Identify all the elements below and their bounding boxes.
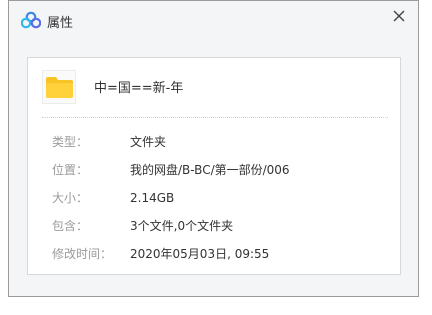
property-label: 位置： xyxy=(52,163,89,177)
property-row-contains: 包含： 3个文件,0个文件夹 xyxy=(28,217,400,235)
properties-dialog: 属性 中=国==新-年 类型： 文件夹 位置： 我的网盘/B-BC/第一部份/0… xyxy=(8,0,419,297)
property-value: 3个文件,0个文件夹 xyxy=(130,219,234,233)
property-row-location: 位置： 我的网盘/B-BC/第一部份/006 xyxy=(28,161,400,179)
property-value: 2020年05月03日, 09:55 xyxy=(130,247,270,261)
property-row-size: 大小： 2.14GB xyxy=(28,189,400,207)
property-label: 类型： xyxy=(52,135,89,149)
property-value: 文件夹 xyxy=(130,135,167,149)
property-label: 修改时间： xyxy=(52,247,113,261)
property-label: 大小： xyxy=(52,191,89,205)
folder-icon xyxy=(46,77,73,98)
dialog-title: 属性 xyxy=(47,16,74,31)
baidu-netdisk-cloud-icon xyxy=(21,11,41,29)
properties-panel: 中=国==新-年 类型： 文件夹 位置： 我的网盘/B-BC/第一部份/006 … xyxy=(27,57,401,275)
close-icon[interactable] xyxy=(388,5,410,27)
title-bar[interactable]: 属性 xyxy=(9,1,418,39)
file-name: 中=国==新-年 xyxy=(94,81,184,96)
file-icon-tile xyxy=(42,70,76,104)
divider xyxy=(42,117,388,118)
property-label: 包含： xyxy=(52,219,89,233)
property-value: 2.14GB xyxy=(130,191,175,205)
property-row-type: 类型： 文件夹 xyxy=(28,133,400,151)
property-row-modified: 修改时间： 2020年05月03日, 09:55 xyxy=(28,245,400,263)
property-value: 我的网盘/B-BC/第一部份/006 xyxy=(130,163,290,177)
